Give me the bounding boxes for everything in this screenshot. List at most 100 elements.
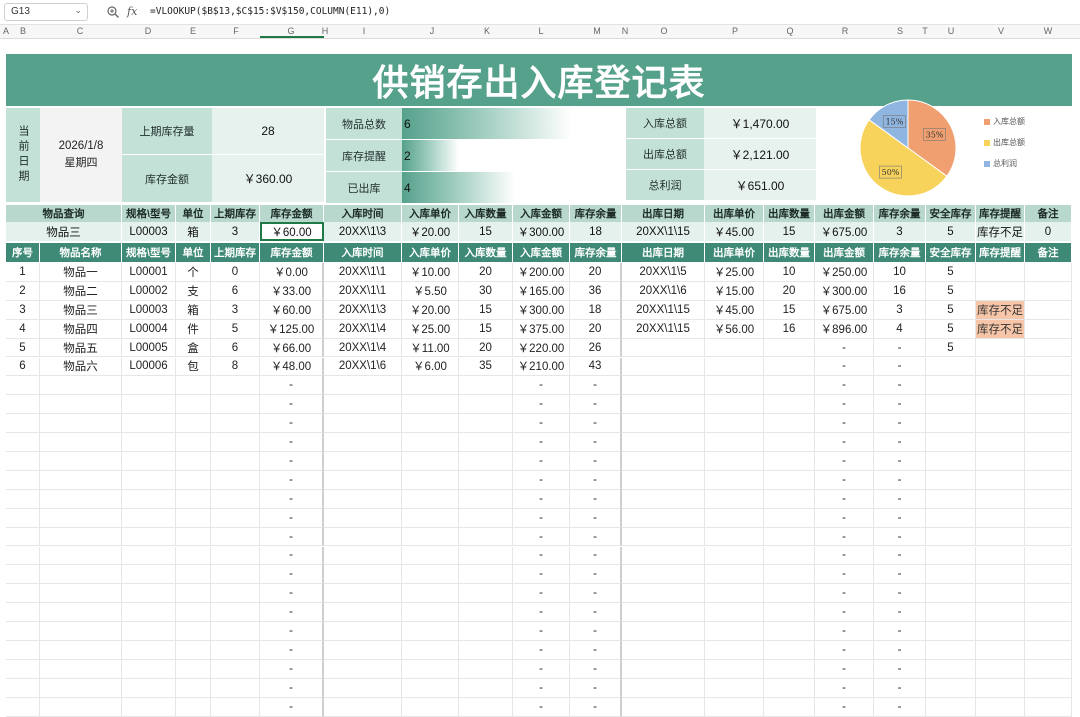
empty-cell-r20-c6[interactable] bbox=[324, 622, 402, 641]
empty-cell-r9-c1[interactable] bbox=[40, 414, 122, 434]
empty-cell-r19-c14[interactable]: - bbox=[815, 603, 874, 623]
empty-cell-r13-c17[interactable] bbox=[976, 489, 1025, 509]
cell-r6-c4[interactable]: 8 bbox=[211, 357, 260, 377]
empty-cell-r13-c2[interactable] bbox=[122, 489, 176, 509]
empty-cell-r24-c7[interactable] bbox=[402, 697, 459, 717]
empty-cell-r20-c15[interactable]: - bbox=[874, 622, 926, 641]
empty-cell-r16-c6[interactable] bbox=[324, 546, 402, 566]
column-header-i[interactable]: I bbox=[363, 26, 366, 36]
empty-cell-r11-c17[interactable] bbox=[976, 452, 1025, 471]
empty-cell-r11-c7[interactable] bbox=[402, 452, 459, 471]
empty-cell-r24-c13[interactable] bbox=[764, 697, 815, 717]
cell-r6-c7[interactable]: ￥6.00 bbox=[402, 357, 459, 377]
empty-cell-r10-c5[interactable]: - bbox=[260, 433, 324, 452]
empty-cell-r21-c8[interactable] bbox=[459, 641, 513, 660]
empty-cell-r18-c17[interactable] bbox=[976, 584, 1025, 604]
cell-r3-c10[interactable]: 18 bbox=[570, 300, 622, 320]
column-header-s[interactable]: S bbox=[897, 26, 903, 36]
empty-cell-r14-c0[interactable] bbox=[6, 508, 40, 528]
empty-cell-r17-c18[interactable] bbox=[1025, 565, 1072, 585]
empty-cell-r14-c2[interactable] bbox=[122, 508, 176, 528]
cell-r2-c0[interactable]: 2 bbox=[6, 281, 40, 301]
cell-r1-c9[interactable]: ￥200.00 bbox=[513, 263, 570, 282]
empty-cell-r22-c3[interactable] bbox=[176, 659, 211, 679]
empty-cell-r17-c3[interactable] bbox=[176, 565, 211, 585]
empty-cell-r10-c6[interactable] bbox=[324, 433, 402, 452]
empty-cell-r23-c9[interactable]: - bbox=[513, 678, 570, 698]
empty-cell-r12-c3[interactable] bbox=[176, 470, 211, 490]
empty-cell-r17-c10[interactable]: - bbox=[570, 565, 622, 585]
empty-cell-r17-c9[interactable]: - bbox=[513, 565, 570, 585]
empty-cell-r20-c7[interactable] bbox=[402, 622, 459, 641]
empty-cell-r15-c17[interactable] bbox=[976, 527, 1025, 547]
cell-r5-c11[interactable] bbox=[622, 338, 705, 358]
cell-r5-c0[interactable]: 5 bbox=[6, 338, 40, 358]
empty-cell-r19-c12[interactable] bbox=[705, 603, 764, 623]
cell-r1-c12[interactable]: ￥25.00 bbox=[705, 263, 764, 282]
empty-cell-r8-c3[interactable] bbox=[176, 395, 211, 415]
empty-cell-r22-c17[interactable] bbox=[976, 659, 1025, 679]
empty-cell-r12-c7[interactable] bbox=[402, 470, 459, 490]
empty-cell-r12-c5[interactable]: - bbox=[260, 470, 324, 490]
empty-cell-r14-c3[interactable] bbox=[176, 508, 211, 528]
empty-cell-r11-c8[interactable] bbox=[459, 452, 513, 471]
empty-cell-r16-c16[interactable] bbox=[926, 546, 976, 566]
empty-cell-r20-c17[interactable] bbox=[976, 622, 1025, 641]
empty-cell-r24-c18[interactable] bbox=[1025, 697, 1072, 717]
empty-cell-r18-c10[interactable]: - bbox=[570, 584, 622, 604]
empty-cell-r17-c5[interactable]: - bbox=[260, 565, 324, 585]
empty-cell-r18-c6[interactable] bbox=[324, 584, 402, 604]
empty-cell-r23-c0[interactable] bbox=[6, 678, 40, 698]
empty-cell-r23-c4[interactable] bbox=[211, 678, 260, 698]
cell-r3-c4[interactable]: 3 bbox=[211, 300, 260, 320]
empty-cell-r16-c8[interactable] bbox=[459, 546, 513, 566]
empty-cell-r22-c1[interactable] bbox=[40, 659, 122, 679]
cell-r3-c18[interactable] bbox=[1025, 300, 1072, 320]
empty-cell-r15-c5[interactable]: - bbox=[260, 527, 324, 547]
empty-cell-r21-c7[interactable] bbox=[402, 641, 459, 660]
empty-cell-r20-c11[interactable] bbox=[622, 622, 705, 641]
empty-cell-r16-c4[interactable] bbox=[211, 546, 260, 566]
empty-cell-r18-c4[interactable] bbox=[211, 584, 260, 604]
name-box[interactable]: G13 ⌄ bbox=[4, 3, 88, 21]
cell-r2-c6[interactable]: 20XX\1\1 bbox=[324, 281, 402, 301]
empty-cell-r11-c9[interactable]: - bbox=[513, 452, 570, 471]
cell-r3-c8[interactable]: 15 bbox=[459, 300, 513, 320]
empty-cell-r19-c16[interactable] bbox=[926, 603, 976, 623]
empty-cell-r10-c11[interactable] bbox=[622, 433, 705, 452]
empty-cell-r23-c7[interactable] bbox=[402, 678, 459, 698]
empty-cell-r22-c18[interactable] bbox=[1025, 659, 1072, 679]
empty-cell-r10-c0[interactable] bbox=[6, 433, 40, 452]
empty-cell-r24-c3[interactable] bbox=[176, 697, 211, 717]
empty-cell-r14-c16[interactable] bbox=[926, 508, 976, 528]
empty-cell-r11-c1[interactable] bbox=[40, 452, 122, 471]
empty-cell-r16-c7[interactable] bbox=[402, 546, 459, 566]
cell-r5-c5[interactable]: ￥66.00 bbox=[260, 338, 324, 358]
column-header-a[interactable]: A bbox=[3, 26, 9, 36]
empty-cell-r23-c18[interactable] bbox=[1025, 678, 1072, 698]
empty-cell-r11-c14[interactable]: - bbox=[815, 452, 874, 471]
empty-cell-r18-c0[interactable] bbox=[6, 584, 40, 604]
cell-r1-c2[interactable]: L00001 bbox=[122, 263, 176, 282]
empty-cell-r19-c13[interactable] bbox=[764, 603, 815, 623]
empty-cell-r13-c13[interactable] bbox=[764, 489, 815, 509]
cell-r5-c13[interactable] bbox=[764, 338, 815, 358]
empty-cell-r8-c11[interactable] bbox=[622, 395, 705, 415]
empty-cell-r13-c1[interactable] bbox=[40, 489, 122, 509]
empty-cell-r7-c3[interactable] bbox=[176, 376, 211, 396]
empty-cell-r9-c9[interactable]: - bbox=[513, 414, 570, 434]
empty-cell-r23-c15[interactable]: - bbox=[874, 678, 926, 698]
empty-cell-r11-c3[interactable] bbox=[176, 452, 211, 471]
empty-cell-r10-c4[interactable] bbox=[211, 433, 260, 452]
cell-r2-c10[interactable]: 36 bbox=[570, 281, 622, 301]
cell-r6-c8[interactable]: 35 bbox=[459, 357, 513, 377]
empty-cell-r21-c12[interactable] bbox=[705, 641, 764, 660]
empty-cell-r22-c15[interactable]: - bbox=[874, 659, 926, 679]
cell-r4-c3[interactable]: 件 bbox=[176, 319, 211, 339]
empty-cell-r8-c9[interactable]: - bbox=[513, 395, 570, 415]
empty-cell-r22-c7[interactable] bbox=[402, 659, 459, 679]
empty-cell-r13-c8[interactable] bbox=[459, 489, 513, 509]
cell-r1-c11[interactable]: 20XX\1\5 bbox=[622, 263, 705, 282]
empty-cell-r19-c5[interactable]: - bbox=[260, 603, 324, 623]
cell-r5-c1[interactable]: 物品五 bbox=[40, 338, 122, 358]
